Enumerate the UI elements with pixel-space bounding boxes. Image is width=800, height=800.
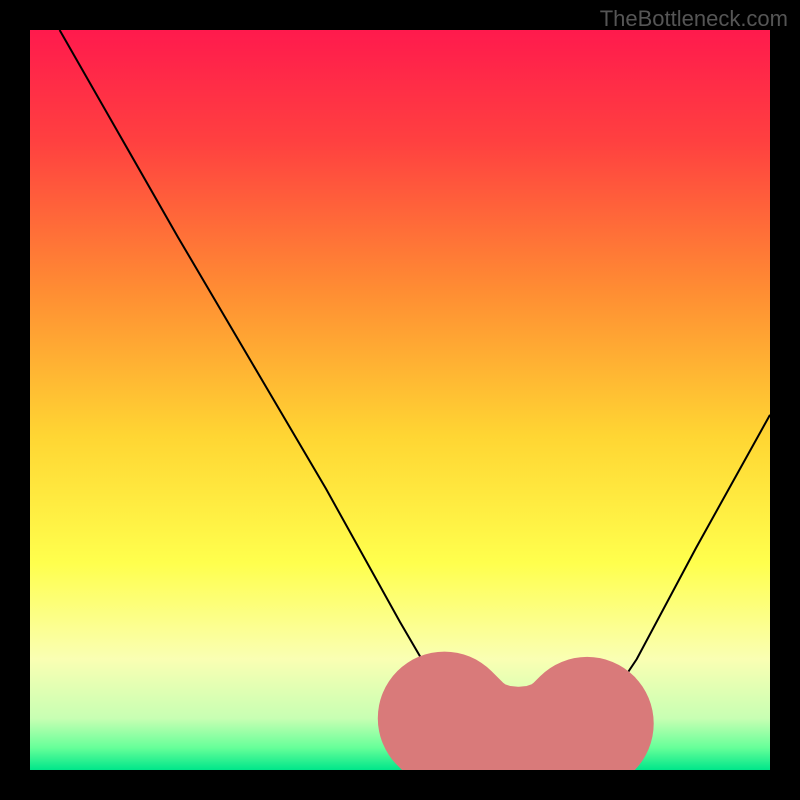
highlight-band	[444, 718, 592, 754]
curve-layer	[30, 30, 770, 770]
plot-area	[30, 30, 770, 770]
bottleneck-curve	[60, 30, 770, 755]
watermark-text: TheBottleneck.com	[600, 6, 788, 32]
